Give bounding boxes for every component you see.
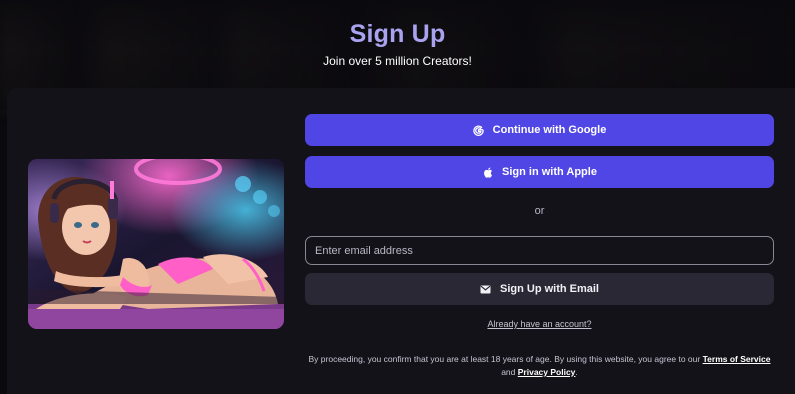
signup-email-button[interactable]: Sign Up with Email bbox=[305, 273, 774, 305]
email-button-label: Sign Up with Email bbox=[499, 283, 599, 295]
google-g-icon bbox=[473, 124, 485, 136]
privacy-policy-link[interactable]: Privacy Policy bbox=[518, 367, 576, 377]
apple-button-label: Sign in with Apple bbox=[502, 166, 597, 178]
google-signin-button[interactable]: Continue with Google bbox=[305, 114, 774, 146]
or-divider: or bbox=[534, 205, 545, 217]
page-subtitle: Join over 5 million Creators! bbox=[323, 54, 472, 68]
legal-suffix: . bbox=[575, 367, 578, 377]
legal-and: and bbox=[501, 367, 516, 377]
login-link[interactable]: Already have an account? bbox=[305, 319, 774, 329]
legal-notice: By proceeding, you confirm that you are … bbox=[303, 353, 776, 379]
hero-image bbox=[28, 159, 284, 329]
envelope-icon bbox=[480, 283, 492, 295]
page-title: Sign Up bbox=[349, 20, 446, 48]
google-button-label: Continue with Google bbox=[492, 124, 607, 136]
apple-signin-button[interactable]: Sign in with Apple bbox=[305, 156, 774, 188]
hero-illustration bbox=[28, 159, 284, 329]
apple-icon bbox=[482, 166, 494, 178]
terms-of-service-link[interactable]: Terms of Service bbox=[703, 354, 771, 364]
email-field[interactable] bbox=[305, 236, 774, 265]
legal-prefix: By proceeding, you confirm that you are … bbox=[308, 354, 701, 364]
page-header: Sign Up Join over 5 million Creators! bbox=[0, 18, 795, 68]
